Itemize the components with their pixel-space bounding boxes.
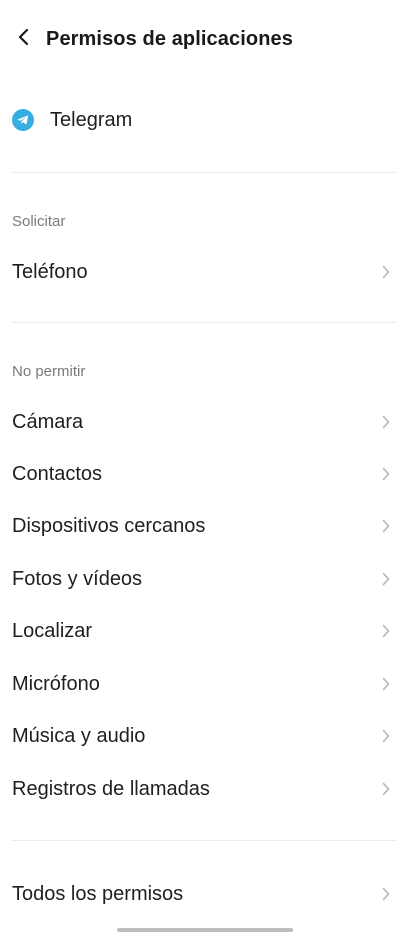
permission-row-contacts[interactable]: Contactos bbox=[0, 448, 412, 500]
chevron-right-icon bbox=[380, 264, 392, 280]
permission-row-location[interactable]: Localizar bbox=[0, 605, 412, 657]
chevron-right-icon bbox=[380, 676, 392, 692]
permission-label: Cámara bbox=[12, 410, 84, 433]
chevron-right-icon bbox=[380, 571, 392, 587]
permission-row-nearby-devices[interactable]: Dispositivos cercanos bbox=[0, 500, 412, 552]
permission-label: Contactos bbox=[12, 462, 103, 485]
chevron-right-icon bbox=[380, 414, 392, 430]
app-header: Permisos de aplicaciones bbox=[0, 14, 412, 64]
chevron-right-icon bbox=[380, 728, 392, 744]
telegram-icon bbox=[12, 109, 34, 131]
permission-label: Teléfono bbox=[12, 260, 88, 283]
permission-label: Dispositivos cercanos bbox=[12, 514, 206, 537]
permission-label: Localizar bbox=[12, 619, 93, 642]
page-title: Permisos de aplicaciones bbox=[46, 27, 293, 50]
permission-row-photos-videos[interactable]: Fotos y vídeos bbox=[0, 553, 412, 605]
divider bbox=[12, 840, 396, 841]
all-permissions-label: Todos los permisos bbox=[12, 882, 184, 905]
chevron-right-icon bbox=[380, 518, 392, 534]
permission-label: Fotos y vídeos bbox=[12, 567, 143, 590]
permission-row-call-logs[interactable]: Registros de llamadas bbox=[0, 763, 412, 815]
permission-row-music-audio[interactable]: Música y audio bbox=[0, 710, 412, 762]
all-permissions-row[interactable]: Todos los permisos bbox=[0, 868, 412, 920]
permission-label: Música y audio bbox=[12, 724, 146, 747]
divider bbox=[12, 322, 396, 323]
chevron-right-icon bbox=[380, 466, 392, 482]
home-indicator[interactable] bbox=[117, 928, 293, 932]
divider bbox=[12, 172, 396, 173]
permission-row-camera[interactable]: Cámara bbox=[0, 396, 412, 448]
chevron-right-icon bbox=[380, 886, 392, 902]
chevron-left-icon bbox=[17, 27, 31, 52]
permission-row-phone[interactable]: Teléfono bbox=[0, 246, 412, 298]
section-label-ask: Solicitar bbox=[12, 213, 66, 230]
app-info-row: Telegram bbox=[0, 95, 412, 145]
back-button[interactable] bbox=[2, 17, 46, 61]
chevron-right-icon bbox=[380, 623, 392, 639]
permission-label: Registros de llamadas bbox=[12, 777, 210, 800]
section-label-deny: No permitir bbox=[12, 363, 86, 380]
permission-label: Micrófono bbox=[12, 672, 100, 695]
app-name: Telegram bbox=[50, 108, 133, 131]
permission-row-microphone[interactable]: Micrófono bbox=[0, 658, 412, 710]
chevron-right-icon bbox=[380, 781, 392, 797]
